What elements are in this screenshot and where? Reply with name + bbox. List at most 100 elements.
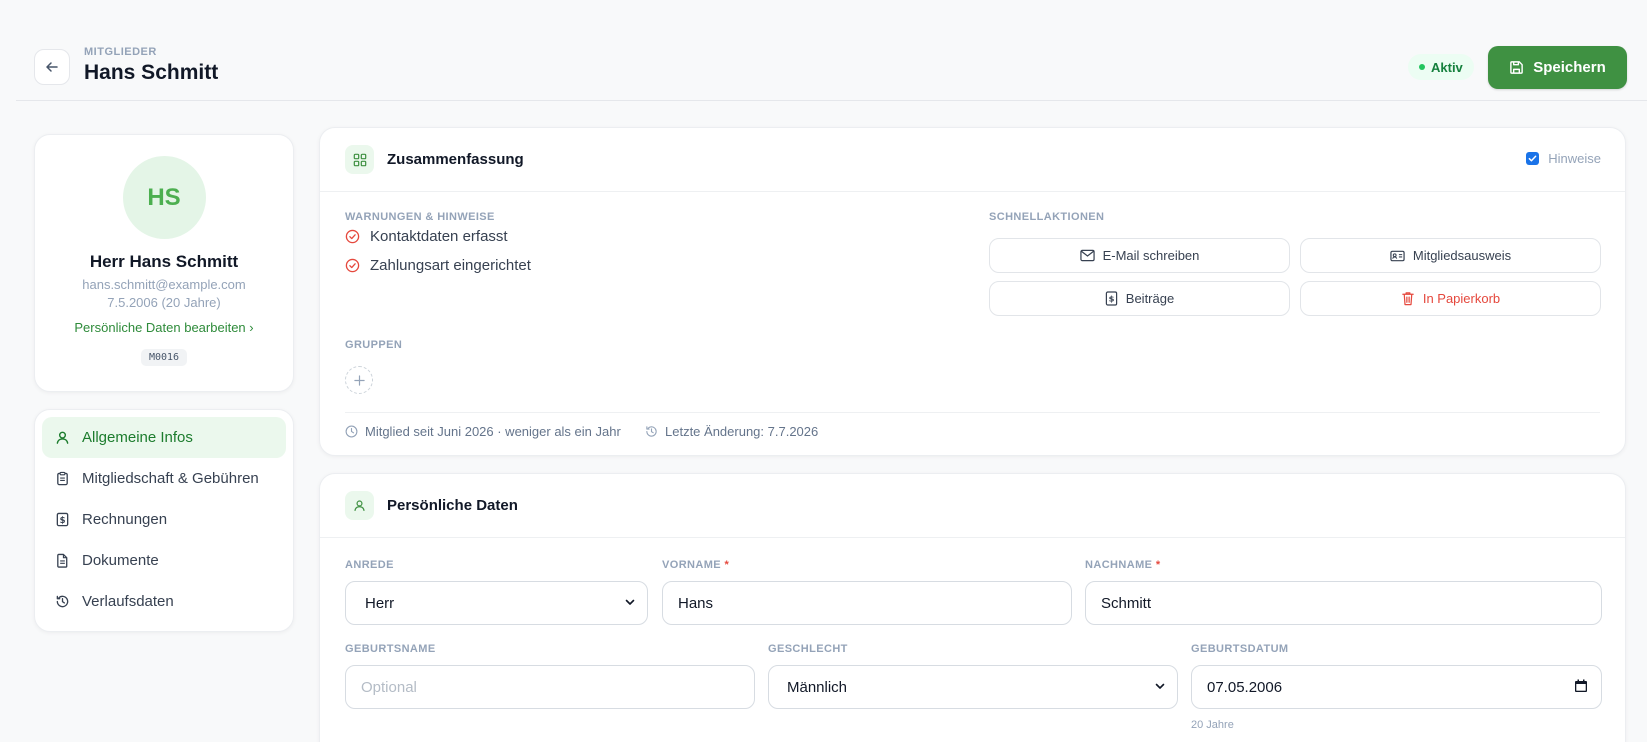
move-to-trash-button[interactable]: In Papierkorb [1300,281,1601,316]
status-label: Aktiv [1431,59,1463,75]
check-circle-icon [345,258,360,273]
sidebar-item-allgemeine-infos[interactable]: Allgemeine Infos [42,417,286,458]
summary-title: Zusammenfassung [387,151,524,168]
warning-item: Kontaktdaten erfasst [345,228,508,245]
firstname-value: Hans [678,594,714,612]
check-circle-icon [345,229,360,244]
status-badge: Aktiv [1408,54,1474,80]
breadcrumb: MITGLIEDER [84,46,157,58]
save-button[interactable]: Speichern [1488,46,1627,89]
salutation-select[interactable]: Herr [345,581,648,625]
chevron-down-icon [624,596,636,608]
birthdate-value: 07.05.2006 [1207,678,1283,696]
history-icon [55,594,70,609]
lastname-label-text: NACHNAME [1085,559,1153,571]
member-card-label: Mitgliedsausweis [1412,248,1512,263]
mail-icon [1079,249,1095,262]
floppy-disk-icon [1509,60,1524,75]
lastname-value: Schmitt [1101,594,1152,612]
quick-actions-heading: SCHNELLAKTIONEN [989,211,1105,223]
sidebar-item-label: Verlaufsdaten [82,593,174,610]
back-button[interactable] [34,49,70,85]
summary-header: Zusammenfassung Hinweise [320,128,1625,192]
groups-heading: GRUPPEN [345,339,403,351]
sidebar-item-rechnungen[interactable]: $ Rechnungen [42,499,286,540]
last-change-text: Letzte Änderung: 7.7.2026 [665,424,819,439]
warnings-heading: WARNUNGEN & HINWEISE [345,211,495,223]
page-title: Hans Schmitt [84,61,219,84]
warning-item: Zahlungsart eingerichtet [345,257,531,274]
summary-card: Zusammenfassung Hinweise WARNUNGEN & HIN… [319,127,1626,456]
personal-data-title: Persönliche Daten [387,497,518,514]
move-to-trash-label: In Papierkorb [1422,291,1501,306]
send-email-button[interactable]: E-Mail schreiben [989,238,1290,273]
clipboard-icon [55,471,70,486]
member-since: Mitglied seit Juni 2026 · weniger als ei… [345,424,621,439]
sidebar-nav: Allgemeine Infos Mitgliedschaft & Gebühr… [34,409,294,632]
birthname-input[interactable]: Optional [345,665,755,709]
firstname-label: VORNAME * [662,559,729,571]
personal-data-header: Persönliche Daten [320,474,1625,538]
birthname-placeholder: Optional [361,678,417,696]
history-icon [645,425,658,438]
hints-checkbox[interactable] [1526,152,1540,165]
document-icon [55,553,70,568]
required-mark: * [1155,559,1161,571]
save-label: Speichern [1533,59,1606,76]
gender-select[interactable]: Männlich [768,665,1178,709]
user-icon [55,430,70,445]
required-mark: * [724,559,730,571]
birthname-label: GEBURTSNAME [345,643,436,655]
fees-label: Beiträge [1125,291,1175,306]
hints-toggle[interactable]: Hinweise [1526,151,1601,166]
sidebar-item-label: Rechnungen [82,511,168,528]
firstname-label-text: VORNAME [662,559,722,571]
lastname-input[interactable]: Schmitt [1085,581,1602,625]
receipt-icon: $ [55,512,70,527]
avatar: HS [122,156,206,239]
sidebar-item-dokumente[interactable]: Dokumente [42,540,286,581]
member-since-text: Mitglied seit Juni 2026 · weniger als ei… [365,424,621,439]
sidebar-item-verlaufsdaten[interactable]: Verlaufsdaten [42,581,286,622]
last-change: Letzte Änderung: 7.7.2026 [645,424,818,439]
age-hint: 20 Jahre [1191,719,1234,731]
page-header: MITGLIEDER Hans Schmitt Aktiv Speichern [16,0,1647,101]
send-email-label: E-Mail schreiben [1102,248,1200,263]
svg-text:$: $ [60,515,66,525]
plus-icon [353,374,365,386]
birthdate-label: GEBURTSDATUM [1191,643,1289,655]
warning-text: Kontaktdaten erfasst [370,228,508,245]
calendar-icon[interactable] [1574,679,1588,693]
fees-button[interactable]: $ Beiträge [989,281,1290,316]
personal-data-card: Persönliche Daten ANREDE Herr VORNAME * … [319,473,1626,742]
divider [345,412,1600,413]
sidebar-item-label: Mitgliedschaft & Gebühren [82,470,259,487]
svg-text:$: $ [1108,294,1114,304]
user-icon [345,491,374,520]
sidebar-item-mitgliedschaft[interactable]: Mitgliedschaft & Gebühren [42,458,286,499]
sidebar-item-label: Allgemeine Infos [82,429,193,446]
profile-birthdate: 7.5.2006 (20 Jahre) [107,295,221,310]
status-dot-icon [1419,64,1425,70]
arrow-left-icon [45,60,59,74]
gender-label: GESCHLECHT [768,643,848,655]
edit-personal-data-link[interactable]: Persönliche Daten bearbeiten › [35,320,293,335]
birthdate-input[interactable]: 07.05.2006 [1191,665,1602,709]
salutation-label: ANREDE [345,559,394,571]
profile-card: HS Herr Hans Schmitt hans.schmitt@exampl… [34,134,294,392]
firstname-input[interactable]: Hans [662,581,1072,625]
add-group-button[interactable] [345,366,373,394]
trash-icon [1401,291,1415,306]
hints-label: Hinweise [1548,151,1601,166]
profile-name: Herr Hans Schmitt [89,252,239,271]
sidebar-item-label: Dokumente [82,552,159,569]
profile-email: hans.schmitt@example.com [82,277,246,292]
clock-icon [345,425,358,438]
dashboard-grid-icon [345,145,374,174]
gender-value: Männlich [787,678,848,696]
chevron-down-icon [1154,680,1166,692]
member-id-badge: M0016 [140,349,188,366]
lastname-label: NACHNAME * [1085,559,1161,571]
id-card-icon [1390,250,1405,262]
member-card-button[interactable]: Mitgliedsausweis [1300,238,1601,273]
